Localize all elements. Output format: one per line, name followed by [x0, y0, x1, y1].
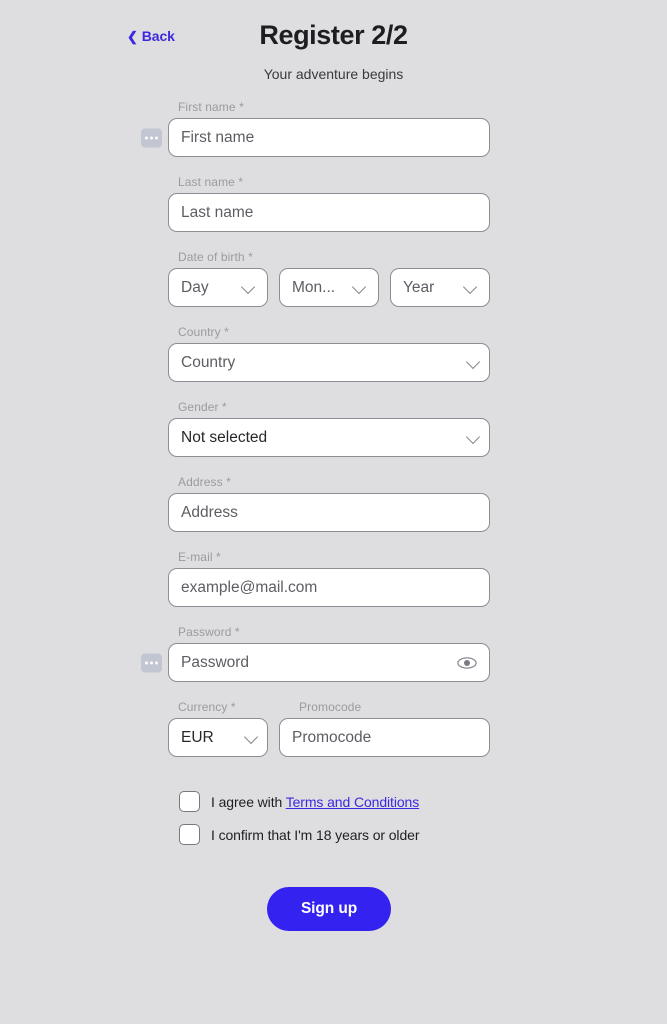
- terms-agreement-row: I agree with Terms and Conditions: [179, 791, 490, 812]
- year-select-wrap: Year: [390, 268, 490, 307]
- day-select-value: Day: [181, 278, 209, 296]
- eye-icon[interactable]: [457, 656, 477, 670]
- email-label: E-mail *: [178, 550, 221, 564]
- date-of-birth-row: Day Mon... Year: [168, 268, 490, 307]
- email-input[interactable]: example@mail.com: [168, 568, 490, 607]
- day-select-wrap: Day: [168, 268, 268, 307]
- chevron-down-icon: [465, 354, 481, 369]
- last-name-input[interactable]: Last name: [168, 193, 490, 232]
- year-select[interactable]: Year: [390, 268, 490, 307]
- chevron-down-icon: [243, 729, 259, 744]
- terms-agreement-text: I agree with Terms and Conditions: [211, 794, 419, 810]
- month-select[interactable]: Mon...: [279, 268, 379, 307]
- registration-form: First name * First name Last name * Last…: [141, 100, 490, 931]
- address-input[interactable]: Address: [168, 493, 490, 532]
- password-input[interactable]: Password: [141, 643, 490, 682]
- page-header: ❮ Back Register 2/2 Your adventure begin…: [0, 0, 667, 92]
- agreements-section: I agree with Terms and Conditions I conf…: [179, 791, 490, 845]
- promocode-input-wrap: Promocode: [279, 718, 490, 757]
- month-select-wrap: Mon...: [279, 268, 379, 307]
- age-confirmation-text: I confirm that I'm 18 years or older: [211, 826, 420, 843]
- page-title: Register 2/2: [259, 20, 408, 50]
- terms-text-prefix: I agree with: [211, 793, 286, 810]
- date-of-birth-label: Date of birth *: [178, 250, 253, 264]
- gender-label: Gender *: [178, 400, 227, 414]
- age-confirmation-row: I confirm that I'm 18 years or older: [179, 824, 490, 845]
- first-name-input[interactable]: First name: [141, 118, 490, 157]
- chevron-down-icon: [240, 279, 256, 294]
- day-select[interactable]: Day: [168, 268, 268, 307]
- register-page: ❮ Back Register 2/2 Your adventure begin…: [0, 0, 667, 1024]
- field-date-of-birth: Date of birth * Day Mon... Year: [168, 250, 490, 307]
- country-select-value: Country: [181, 353, 236, 371]
- field-country: Country * Country: [168, 325, 490, 382]
- field-gender: Gender * Not selected: [168, 400, 490, 457]
- chevron-down-icon: [351, 279, 367, 294]
- autofill-dots-icon[interactable]: [141, 128, 162, 147]
- submit-section: Sign up: [168, 887, 490, 931]
- country-select[interactable]: Country: [168, 343, 490, 382]
- promocode-input[interactable]: Promocode: [279, 718, 490, 757]
- password-label: Password *: [178, 625, 240, 639]
- currency-select-value: EUR: [181, 728, 214, 746]
- field-first-name: First name * First name: [141, 100, 490, 157]
- terms-checkbox[interactable]: [179, 791, 200, 812]
- chevron-down-icon: [462, 279, 478, 294]
- gender-select-value: Not selected: [181, 428, 268, 446]
- gender-select[interactable]: Not selected: [168, 418, 490, 457]
- currency-select-wrap: EUR: [168, 718, 268, 757]
- promocode-label: Promocode: [299, 700, 362, 714]
- email-placeholder: example@mail.com: [181, 578, 318, 596]
- address-placeholder: Address: [181, 503, 238, 521]
- field-last-name: Last name * Last name: [168, 175, 490, 232]
- currency-promocode-row: EUR Promocode: [168, 718, 490, 757]
- field-password: Password * Password: [141, 625, 490, 682]
- first-name-label: First name *: [178, 100, 244, 114]
- sign-up-button[interactable]: Sign up: [266, 887, 392, 931]
- first-name-placeholder: First name: [181, 128, 255, 146]
- field-address: Address * Address: [168, 475, 490, 532]
- chevron-down-icon: [465, 429, 481, 444]
- country-label: Country *: [178, 325, 229, 339]
- last-name-placeholder: Last name: [181, 203, 254, 221]
- last-name-label: Last name *: [178, 175, 244, 189]
- promocode-placeholder: Promocode: [292, 728, 372, 746]
- field-email: E-mail * example@mail.com: [168, 550, 490, 607]
- age-checkbox[interactable]: [179, 824, 200, 845]
- password-placeholder: Password: [181, 653, 250, 671]
- autofill-dots-icon[interactable]: [141, 653, 162, 672]
- currency-select[interactable]: EUR: [168, 718, 268, 757]
- address-label: Address *: [178, 475, 231, 489]
- currency-label: Currency *: [178, 700, 236, 714]
- page-subtitle: Your adventure begins: [263, 66, 404, 82]
- field-currency-promocode: Currency * Promocode EUR Promocode: [168, 700, 490, 757]
- month-select-value: Mon...: [292, 278, 336, 296]
- terms-and-conditions-link[interactable]: Terms and Conditions: [286, 794, 420, 810]
- year-select-value: Year: [403, 278, 435, 296]
- currency-promocode-labels: Currency * Promocode: [168, 700, 490, 718]
